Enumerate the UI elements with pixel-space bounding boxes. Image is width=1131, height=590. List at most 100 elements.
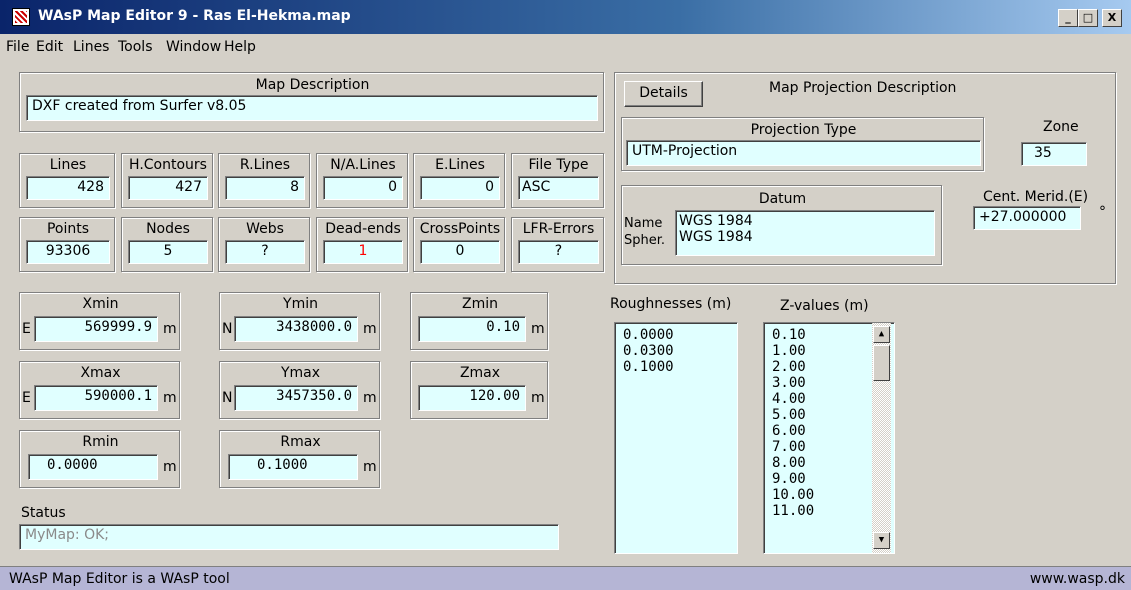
zmin-unit: m	[531, 321, 545, 337]
rmax-unit: m	[363, 459, 377, 475]
app-icon[interactable]	[12, 8, 30, 26]
projection-type-group: Projection Type UTM-Projection	[621, 117, 984, 171]
e-lines-count: 0	[420, 176, 500, 200]
ymax-label: Ymax	[280, 365, 321, 381]
h-contours-label: H.Contours	[129, 157, 207, 173]
xmin-group: Xmin E 569999.9 m	[19, 292, 180, 350]
datum-field[interactable]: WGS 1984 WGS 1984	[675, 210, 935, 256]
map-description-group: Map Description DXF created from Surfer …	[19, 72, 604, 132]
maximize-button[interactable]: □	[1078, 9, 1098, 27]
map-description-field[interactable]: DXF created from Surfer v8.05	[26, 95, 598, 121]
rmax-label: Rmax	[280, 434, 321, 450]
webs-count: ?	[225, 240, 305, 264]
menu-window[interactable]: Window	[166, 39, 221, 55]
zmin-group: Zmin 0.10 m	[410, 292, 548, 350]
ymax-field[interactable]: 3457350.0	[234, 385, 358, 411]
menu-tools[interactable]: Tools	[118, 39, 153, 55]
list-item[interactable]: 0.1000	[615, 359, 737, 375]
file-type-value: ASC	[518, 176, 599, 200]
menu-lines[interactable]: Lines	[73, 39, 109, 55]
xmax-field[interactable]: 590000.1	[34, 385, 158, 411]
menu-file[interactable]: File	[6, 39, 29, 55]
ymin-group: Ymin N 3438000.0 m	[219, 292, 380, 350]
webs-label: Webs	[246, 221, 284, 237]
title-bar: WAsP Map Editor 9 - Ras El-Hekma.map _ □…	[0, 0, 1131, 34]
scrollbar-thumb[interactable]	[873, 345, 890, 381]
scroll-up-icon[interactable]: ▲	[873, 326, 890, 343]
file-type-label: File Type	[528, 157, 589, 173]
map-projection-title: Map Projection Description	[769, 80, 957, 96]
ymax-prefix: N	[222, 390, 233, 406]
lines-label: Lines	[49, 157, 87, 173]
points-count: 93306	[26, 240, 110, 264]
minimize-button[interactable]: _	[1058, 9, 1078, 27]
projection-type-label: Projection Type	[750, 122, 857, 138]
na-lines-group: N/A.Lines 0	[316, 153, 408, 208]
datum-name-value: WGS 1984	[679, 213, 753, 229]
ymin-label: Ymin	[283, 296, 318, 312]
list-item[interactable]: 0.0000	[615, 327, 737, 343]
e-lines-group: E.Lines 0	[413, 153, 505, 208]
datum-spher-value: WGS 1984	[679, 229, 753, 245]
rmin-group: Rmin 0.0000 m	[19, 430, 180, 488]
zvalues-label: Z-values (m)	[780, 298, 869, 314]
rmin-field[interactable]: 0.0000	[28, 454, 158, 480]
datum-group: Datum Name Spher. WGS 1984 WGS 1984	[621, 185, 942, 265]
datum-spher-label: Spher.	[624, 233, 666, 248]
ymin-field[interactable]: 3438000.0	[234, 316, 358, 342]
list-item[interactable]: 0.0300	[615, 343, 737, 359]
zmax-group: Zmax 120.00 m	[410, 361, 548, 419]
webs-group: Webs ?	[218, 217, 310, 272]
ymax-unit: m	[363, 390, 377, 406]
lines-count: 428	[26, 176, 110, 200]
lfr-errors-count: ?	[518, 240, 599, 264]
ymax-group: Ymax N 3457350.0 m	[219, 361, 380, 419]
crosspoints-count: 0	[420, 240, 500, 264]
r-lines-group: R.Lines 8	[218, 153, 310, 208]
zmin-field[interactable]: 0.10	[418, 316, 526, 342]
datum-label: Datum	[758, 191, 807, 207]
roughnesses-list[interactable]: 0.0000 0.0300 0.1000	[614, 322, 738, 554]
xmin-prefix: E	[22, 321, 31, 337]
r-lines-label: R.Lines	[239, 157, 291, 173]
map-description-label: Map Description	[255, 77, 370, 93]
na-lines-count: 0	[323, 176, 403, 200]
ymin-unit: m	[363, 321, 377, 337]
statusbar-message: WAsP Map Editor is a WAsP tool	[9, 571, 230, 587]
zone-field[interactable]: 35	[1021, 142, 1087, 166]
points-group: Points 93306	[19, 217, 115, 272]
datum-name-label: Name	[624, 216, 663, 231]
rmax-field[interactable]: 0.1000	[228, 454, 358, 480]
status-field: MyMap: OK;	[19, 524, 559, 550]
xmax-label: Xmax	[80, 365, 121, 381]
cent-merid-field[interactable]: +27.000000	[973, 206, 1081, 230]
details-button[interactable]: Details	[624, 81, 703, 107]
zmin-label: Zmin	[462, 296, 498, 312]
dead-ends-count: 1	[323, 240, 403, 264]
zmax-label: Zmax	[459, 365, 501, 381]
file-type-group: File Type ASC	[511, 153, 604, 208]
cent-merid-label: Cent. Merid.(E)	[983, 189, 1089, 205]
zmax-field[interactable]: 120.00	[418, 385, 526, 411]
xmin-field[interactable]: 569999.9	[34, 316, 158, 342]
close-button[interactable]: X	[1102, 9, 1122, 27]
menu-edit[interactable]: Edit	[36, 39, 63, 55]
projection-type-field[interactable]: UTM-Projection	[626, 140, 981, 166]
window-title: WAsP Map Editor 9 - Ras El-Hekma.map	[38, 8, 351, 24]
r-lines-count: 8	[225, 176, 305, 200]
dead-ends-label: Dead-ends	[325, 221, 401, 237]
status-label: Status	[21, 505, 66, 521]
h-contours-group: H.Contours 427	[121, 153, 213, 208]
statusbar-url: www.wasp.dk	[1029, 571, 1125, 587]
rmin-unit: m	[163, 459, 177, 475]
scroll-down-icon[interactable]: ▼	[873, 532, 890, 549]
xmin-label: Xmin	[82, 296, 119, 312]
xmax-unit: m	[163, 390, 177, 406]
xmin-unit: m	[163, 321, 177, 337]
dead-ends-group: Dead-ends 1	[316, 217, 408, 272]
lfr-errors-group: LFR-Errors ?	[511, 217, 604, 272]
zvalues-list[interactable]: 0.10 1.00 2.00 3.00 4.00 5.00 6.00 7.00 …	[763, 322, 895, 554]
zmax-unit: m	[531, 390, 545, 406]
menu-help[interactable]: Help	[224, 39, 256, 55]
xmax-group: Xmax E 590000.1 m	[19, 361, 180, 419]
